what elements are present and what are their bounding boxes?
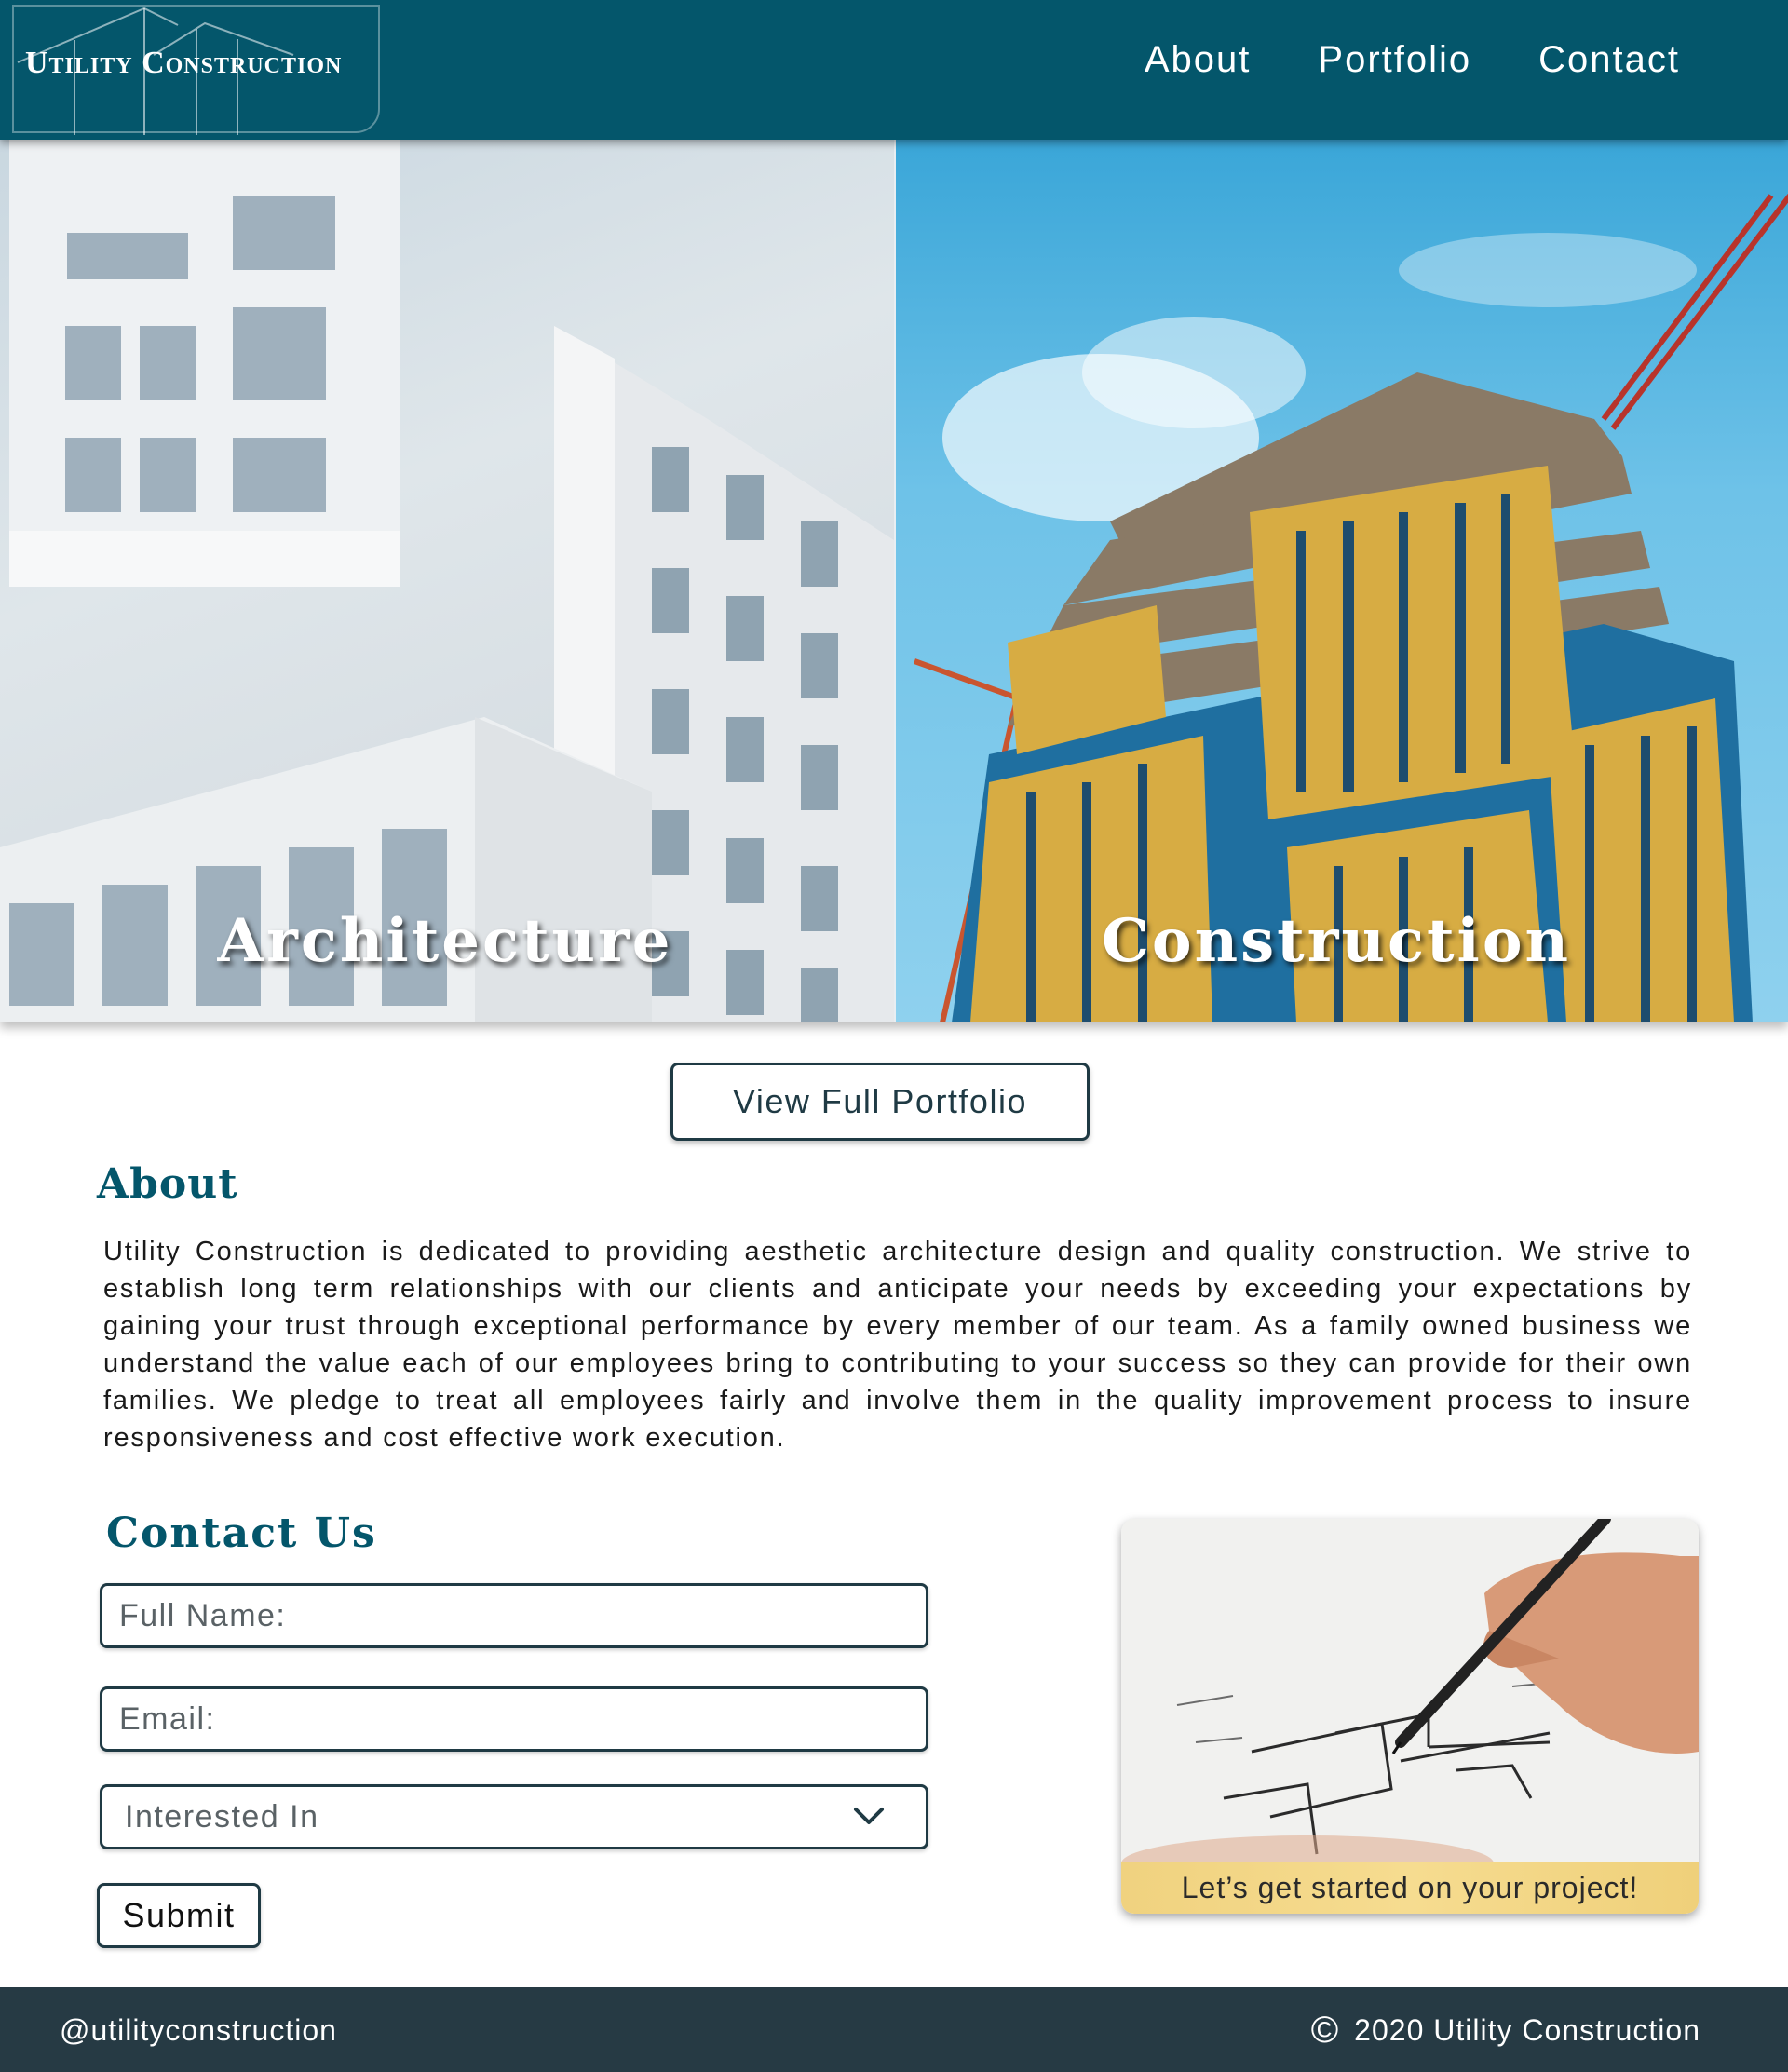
architecture-label: Architecture	[217, 906, 673, 976]
chevron-down-icon	[854, 1808, 884, 1824]
email-input[interactable]: Email:	[100, 1686, 928, 1752]
copyright-text: 2020 Utility Construction	[1354, 2012, 1700, 2047]
site-logo[interactable]: Utility Construction	[12, 5, 380, 135]
full-name-placeholder: Full Name:	[119, 1597, 287, 1633]
contact-heading: Contact Us	[106, 1510, 377, 1557]
copyright-icon: ©	[1310, 2010, 1340, 2051]
submit-button[interactable]: Submit	[97, 1883, 261, 1948]
email-placeholder: Email:	[119, 1700, 216, 1737]
social-handle-link[interactable]: @utilityconstruction	[60, 2013, 337, 2048]
about-paragraph: Utility Construction is dedicated to pro…	[103, 1237, 1692, 1453]
nav-contact[interactable]: Contact	[1538, 39, 1680, 81]
copyright: © 2020 Utility Construction	[1311, 2011, 1700, 2049]
architecture-panel[interactable]: Architecture	[0, 140, 894, 1022]
interested-in-placeholder: Interested In	[125, 1798, 319, 1835]
construction-site-image	[913, 194, 1788, 1022]
view-portfolio-button[interactable]: View Full Portfolio	[670, 1063, 1090, 1141]
full-name-input[interactable]: Full Name:	[100, 1583, 928, 1648]
construction-label: Construction	[1101, 906, 1572, 976]
nav-portfolio[interactable]: Portfolio	[1318, 39, 1471, 81]
site-footer: @utilityconstruction © 2020 Utility Cons…	[0, 1987, 1788, 2072]
promo-caption: Let’s get started on your project!	[1121, 1862, 1699, 1914]
main-nav: About Portfolio Contact	[1145, 39, 1680, 81]
interested-in-select[interactable]: Interested In	[100, 1784, 928, 1849]
construction-panel[interactable]: Construction	[894, 140, 1788, 1022]
site-header: Utility Construction About Portfolio Con…	[0, 0, 1788, 140]
promo-card: Let’s get started on your project!	[1121, 1519, 1699, 1914]
blueprint-drawing-image	[1121, 1519, 1699, 1914]
white-building-image	[0, 140, 894, 1022]
hero-gallery: Architecture Construction	[0, 140, 1788, 1022]
about-heading: About	[97, 1160, 238, 1208]
logo-text: Utility Construction	[25, 46, 343, 80]
nav-about[interactable]: About	[1145, 39, 1252, 81]
